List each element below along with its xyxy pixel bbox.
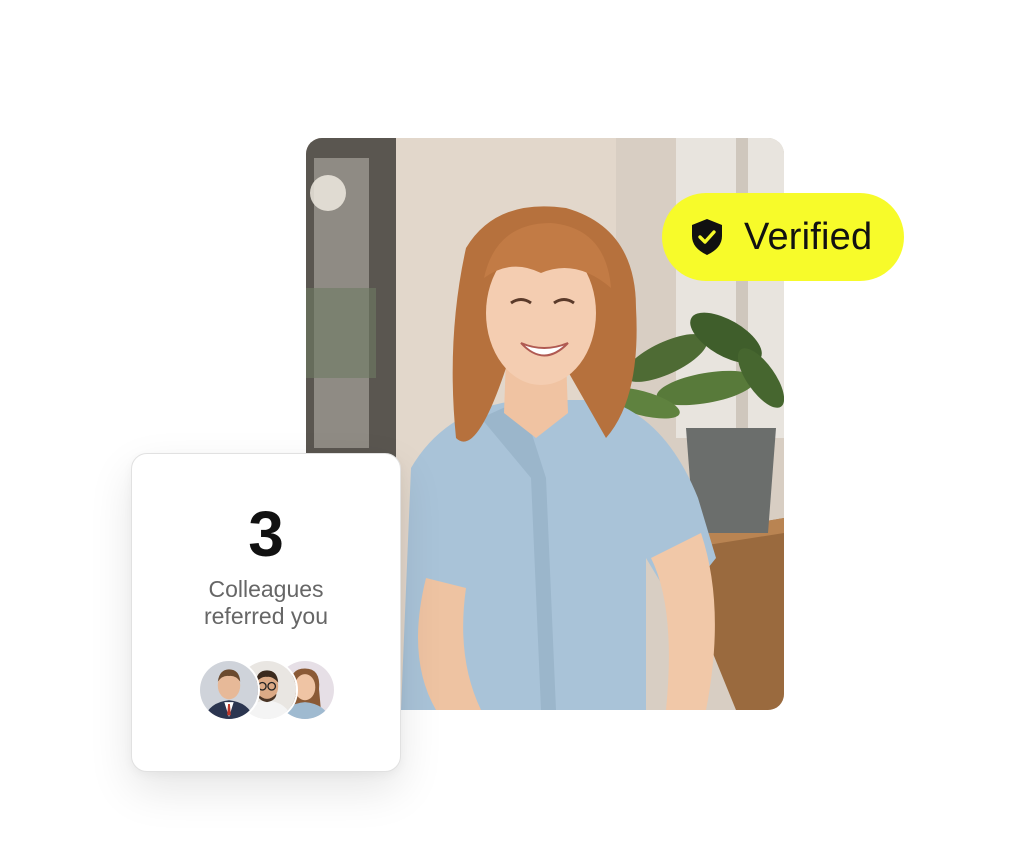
verified-badge: Verified [662, 193, 904, 281]
referral-line-1: Colleagues [208, 576, 324, 602]
verified-label: Verified [744, 215, 873, 258]
referral-description: Colleagues referred you [132, 576, 400, 630]
referral-count: 3 [248, 498, 284, 570]
referral-card: 3 Colleagues referred you [131, 453, 401, 772]
referral-line-2: referred you [203, 603, 328, 629]
shield-check-icon [692, 219, 722, 255]
referrer-avatars [198, 659, 338, 721]
avatar-man-suit [198, 659, 260, 721]
profile-verification-graphic: Verified 3 Colleagues referred you [0, 0, 1010, 868]
